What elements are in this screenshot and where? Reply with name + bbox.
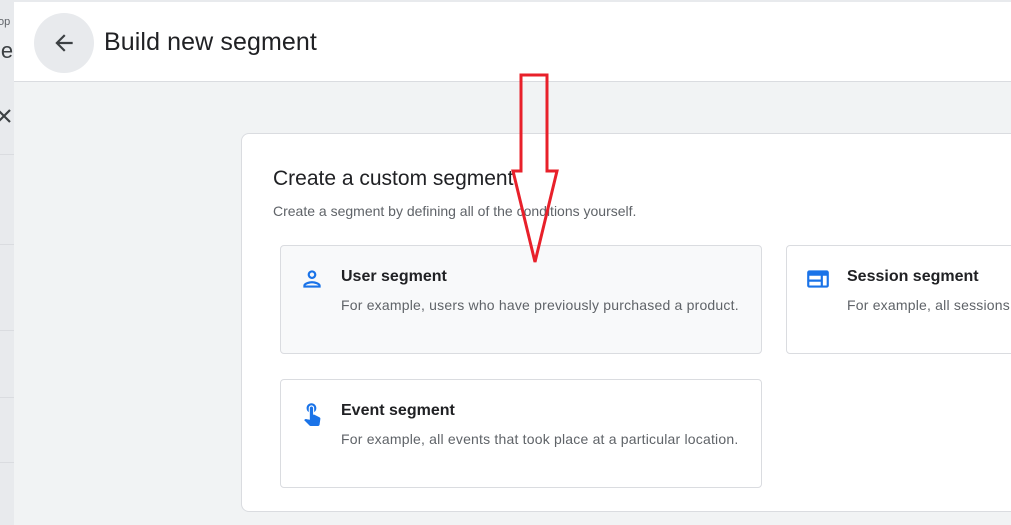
panel-header: Build new segment <box>14 0 1011 82</box>
card-title: Create a custom segment <box>273 167 514 190</box>
session-segment-title: Session segment <box>847 268 979 285</box>
session-segment-description: For example, all sessions <box>847 297 1010 313</box>
build-segment-panel: Build new segment Create a custom segmen… <box>14 0 1011 525</box>
background-text-fragment: op <box>0 16 11 28</box>
web-icon <box>807 270 829 288</box>
user-segment-option[interactable]: User segment For example, users who have… <box>280 245 762 354</box>
close-icon[interactable] <box>0 106 14 126</box>
user-segment-description: For example, users who have previously p… <box>341 297 739 313</box>
page: op le Build new segment Create a custom … <box>0 0 1011 525</box>
event-segment-title: Event segment <box>341 402 455 419</box>
back-button[interactable] <box>34 13 94 73</box>
person-icon <box>303 270 321 288</box>
event-segment-option[interactable]: Event segment For example, all events th… <box>280 379 762 488</box>
background-divider <box>0 244 14 245</box>
arrow-back-icon <box>55 34 73 52</box>
background-divider <box>0 462 14 463</box>
card-subtitle: Create a segment by defining all of the … <box>273 203 637 219</box>
background-title-fragment: le <box>0 38 14 63</box>
event-segment-description: For example, all events that took place … <box>341 431 739 447</box>
user-segment-title: User segment <box>341 268 447 285</box>
background-app-strip: op le <box>0 0 15 525</box>
custom-segment-card: Create a custom segment Create a segment… <box>241 133 1011 512</box>
page-title: Build new segment <box>104 28 317 56</box>
background-divider <box>0 397 14 398</box>
background-divider <box>0 154 14 155</box>
session-segment-option[interactable]: Session segment For example, all session… <box>786 245 1011 354</box>
background-divider <box>0 330 14 331</box>
touch-icon <box>304 403 321 426</box>
